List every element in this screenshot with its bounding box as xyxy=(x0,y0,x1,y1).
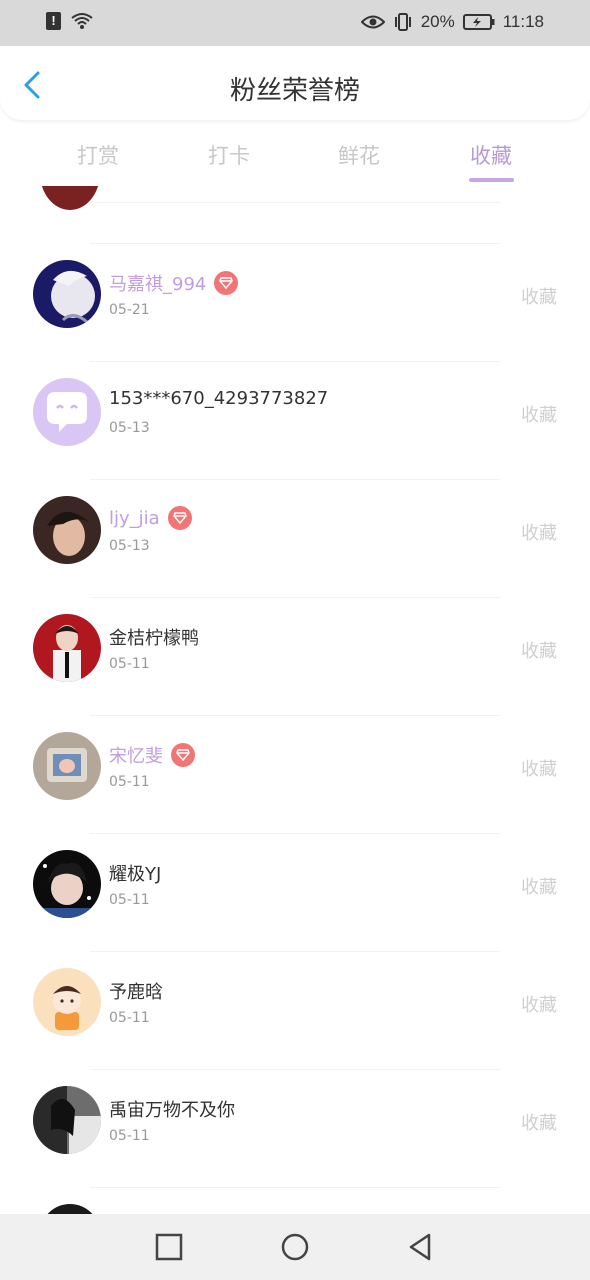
avatar xyxy=(40,186,100,210)
list-item[interactable]: 禹宙万物不及你 05-11 收藏 xyxy=(0,1069,590,1187)
list-item[interactable]: ljy_jia 05-13 收藏 xyxy=(0,479,590,597)
eye-icon xyxy=(360,15,385,29)
date: 05-11 xyxy=(109,656,150,672)
date: 05-13 xyxy=(109,420,150,436)
divider xyxy=(90,202,500,203)
favorite-label: 收藏 xyxy=(521,995,557,1016)
date: 05-13 xyxy=(109,538,150,554)
tab-flowers[interactable]: 鲜花 xyxy=(338,140,380,170)
avatar xyxy=(33,968,101,1036)
vip-diamond-icon xyxy=(167,506,192,530)
recent-apps-icon[interactable] xyxy=(154,1232,184,1262)
favorite-label: 收藏 xyxy=(521,287,557,308)
user-name: 金桔柠檬鸭 xyxy=(109,628,199,649)
wifi-icon xyxy=(71,13,93,29)
favorite-label: 收藏 xyxy=(521,641,557,662)
avatar xyxy=(33,378,101,446)
tab-checkin[interactable]: 打卡 xyxy=(208,140,250,170)
list-item[interactable]: 金桔柠檬鸭 05-11 收藏 xyxy=(0,597,590,715)
page-title: 粉丝荣誉榜 xyxy=(229,76,360,106)
battery-icon xyxy=(462,14,495,30)
favorite-label: 收藏 xyxy=(521,759,557,780)
list-item[interactable]: 予鹿晗 05-11 收藏 xyxy=(0,951,590,1069)
date: 05-21 xyxy=(109,302,150,318)
user-name: 耀极YJ xyxy=(109,864,162,885)
favorite-label: 收藏 xyxy=(521,1113,557,1134)
tab-reward[interactable]: 打赏 xyxy=(77,140,119,170)
user-name: 禹宙万物不及你 xyxy=(109,1100,235,1121)
user-name: ljy_jia xyxy=(109,507,160,529)
clock: 11:18 xyxy=(502,12,544,31)
list-item[interactable]: 宋忆斐 05-11 收藏 xyxy=(0,715,590,833)
divider xyxy=(90,1187,500,1188)
favorite-label: 收藏 xyxy=(521,405,557,426)
status-bar: ! 20% 11:18 xyxy=(0,0,590,46)
user-name: 马嘉祺_994 xyxy=(109,274,207,295)
tab-favorites[interactable]: 收藏 xyxy=(470,140,512,170)
date: 05-11 xyxy=(109,1010,150,1026)
user-name: 予鹿晗 xyxy=(109,982,163,1003)
active-tab-indicator xyxy=(469,178,514,182)
favorite-label: 收藏 xyxy=(521,877,557,898)
avatar xyxy=(33,732,101,800)
list-item[interactable]: 马嘉祺_994 05-21 收藏 xyxy=(0,243,590,361)
date: 05-11 xyxy=(109,774,150,790)
tab-bar: 打赏 打卡 鲜花 收藏 xyxy=(0,130,590,186)
date: 05-11 xyxy=(109,892,150,908)
back-triangle-icon[interactable] xyxy=(405,1232,435,1262)
vip-diamond-icon xyxy=(171,743,195,767)
user-name: 153***670_4293773827 xyxy=(109,388,329,409)
avatar xyxy=(33,496,101,564)
vip-diamond-icon xyxy=(214,271,239,295)
avatar xyxy=(33,614,101,682)
alert-icon: ! xyxy=(46,12,61,30)
avatar xyxy=(33,1086,101,1154)
list-item[interactable]: 153***670_4293773827 05-13 收藏 xyxy=(0,361,590,479)
fan-list: 马嘉祺_994 05-21 收藏 153***670_4293773827 05… xyxy=(0,186,590,1216)
user-name: 宋忆斐 xyxy=(109,746,163,767)
avatar xyxy=(33,260,101,328)
avatar xyxy=(33,850,101,918)
list-item[interactable]: 耀极YJ 05-11 收藏 xyxy=(0,833,590,951)
battery-percent: 20% xyxy=(420,12,455,31)
header: 粉丝荣誉榜 xyxy=(0,46,590,120)
favorite-label: 收藏 xyxy=(521,523,557,544)
date: 05-11 xyxy=(109,1128,150,1144)
home-icon[interactable] xyxy=(280,1232,310,1262)
vibrate-icon xyxy=(394,13,411,31)
system-nav-bar xyxy=(0,1214,590,1280)
